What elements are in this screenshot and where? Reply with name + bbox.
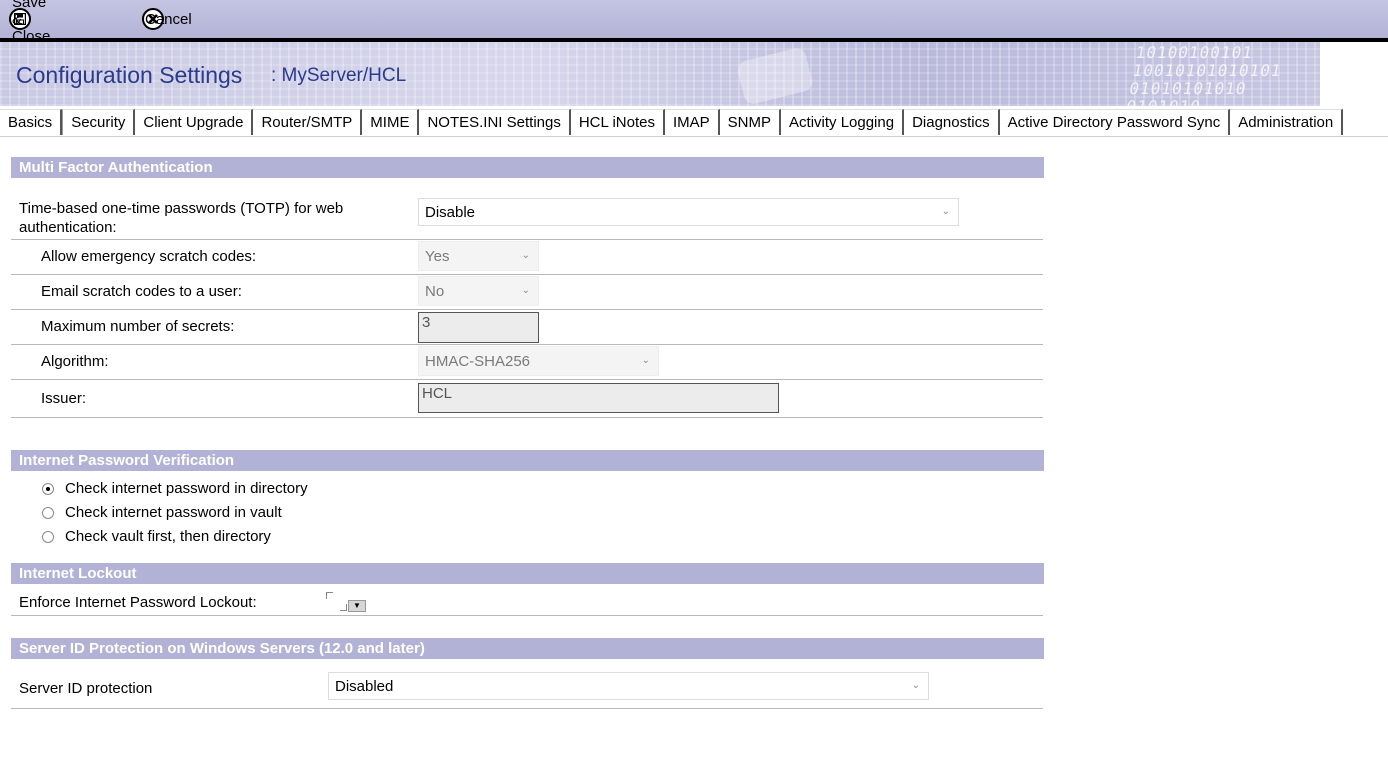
email-scratch-value: No [425, 282, 445, 300]
email-scratch-select[interactable]: No ⌄ [418, 276, 539, 306]
cancel-button[interactable]: Cancel [142, 6, 192, 32]
issuer-input[interactable]: HCL [418, 383, 779, 413]
scratch-label: Allow emergency scratch codes: [41, 248, 257, 265]
scratch-value: Yes [425, 247, 450, 265]
chevron-down-icon: ⌄ [521, 284, 530, 296]
tab-client-upgrade[interactable]: Client Upgrade [135, 109, 254, 135]
radio-unselected[interactable] [42, 530, 54, 543]
lockout-section-header: Internet Lockout [11, 563, 1044, 584]
tab-activity-logging[interactable]: Activity Logging [781, 109, 905, 135]
page-title: Configuration Settings [16, 62, 243, 88]
tab-ad-password-sync[interactable]: Active Directory Password Sync [999, 109, 1231, 135]
ipv-option-directory[interactable]: Check internet password in directory [42, 480, 308, 497]
radio-selected[interactable] [42, 482, 54, 495]
max-secrets-input[interactable]: 3 [418, 312, 539, 343]
totp-select[interactable]: Disable ⌄ [418, 198, 959, 226]
ipv-section-header: Internet Password Verification [11, 450, 1044, 471]
cancel-label: Cancel [145, 10, 192, 28]
binary-graphic: 10100100101 10010101010101 01010101010 0… [1125, 43, 1284, 106]
tab-notes-ini[interactable]: NOTES.INI Settings [419, 109, 571, 135]
serverid-value: Disabled [335, 677, 394, 695]
totp-label: Time-based one-time passwords (TOTP) for… [19, 200, 344, 236]
tab-mime[interactable]: MIME [362, 109, 420, 135]
ipv-option-label: Check internet password in directory [65, 480, 308, 497]
chevron-down-icon: ⌄ [641, 354, 650, 366]
lockout-field[interactable]: ▼ [326, 592, 370, 614]
max-secrets-label: Maximum number of secrets: [41, 318, 235, 335]
ipv-option-label: Check internet password in vault [65, 504, 282, 521]
algorithm-label: Algorithm: [41, 353, 109, 370]
radio-unselected[interactable] [42, 506, 54, 519]
algorithm-value: HMAC-SHA256 [425, 352, 531, 370]
totp-value: Disable [425, 203, 476, 221]
mfa-section-header: Multi Factor Authentication [11, 157, 1044, 178]
algorithm-select[interactable]: HMAC-SHA256 ⌄ [418, 346, 659, 376]
field-bracket-open [326, 592, 333, 599]
tab-snmp[interactable]: SNMP [719, 109, 782, 135]
chevron-down-icon: ⌄ [941, 205, 950, 217]
field-bracket-close [340, 604, 347, 611]
tab-router-smtp[interactable]: Router/SMTP [253, 109, 363, 135]
serverid-section-header: Server ID Protection on Windows Servers … [11, 638, 1044, 659]
tab-hcl-inotes[interactable]: HCL iNotes [570, 109, 665, 135]
server-name: : MyServer/HCL [271, 65, 407, 86]
tab-diagnostics[interactable]: Diagnostics [904, 109, 1000, 135]
tab-administration[interactable]: Administration [1230, 109, 1344, 135]
tab-security[interactable]: Security [62, 109, 136, 135]
tab-imap[interactable]: IMAP [664, 109, 720, 135]
save-close-button[interactable]: Save & Close [9, 0, 50, 45]
action-toolbar: Save & Close Cancel [0, 0, 1388, 45]
chevron-down-icon: ⌄ [911, 679, 920, 691]
tab-basics[interactable]: Basics [0, 109, 63, 135]
ipv-option-label: Check vault first, then directory [65, 528, 271, 545]
serverid-label: Server ID protection [19, 680, 153, 697]
ipv-option-vault[interactable]: Check internet password in vault [42, 504, 282, 521]
chevron-down-icon: ⌄ [521, 249, 530, 261]
ipv-option-vault-first[interactable]: Check vault first, then directory [42, 528, 271, 545]
tabs-divider [0, 136, 1388, 137]
issuer-label: Issuer: [41, 390, 87, 407]
email-scratch-label: Email scratch codes to a user: [41, 283, 242, 300]
lockout-label: Enforce Internet Password Lockout: [19, 594, 257, 611]
settings-tabs: Basics Security Client Upgrade Router/SM… [0, 109, 1344, 136]
scratch-select[interactable]: Yes ⌄ [418, 241, 539, 271]
dropdown-arrow-icon[interactable]: ▼ [348, 600, 366, 612]
serverid-select[interactable]: Disabled ⌄ [328, 672, 929, 700]
